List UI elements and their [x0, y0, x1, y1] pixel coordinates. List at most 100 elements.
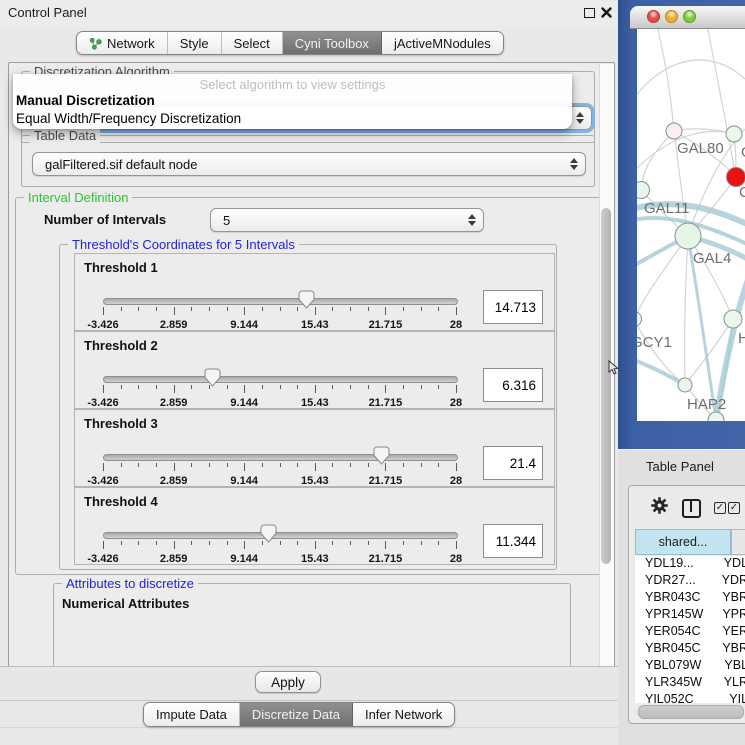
slider-track[interactable] [103, 454, 458, 461]
threshold-value[interactable]: 14.713 [483, 290, 543, 324]
slider-tick-label: 9.144 [219, 397, 269, 409]
cell-name: YLR3 [719, 675, 745, 692]
network-node-label: GAL4 [693, 250, 731, 267]
network-icon [89, 37, 102, 50]
apply-button[interactable]: Apply [255, 671, 321, 693]
checkbox-icon[interactable]: ✓ [714, 502, 726, 514]
columns-icon[interactable] [682, 499, 701, 518]
float-window-icon[interactable] [584, 8, 595, 18]
slider-tick [156, 541, 157, 545]
table-row[interactable]: YPR145WYPR1 [635, 607, 745, 624]
slider-tick [297, 463, 298, 467]
threshold-slider[interactable]: -3.4262.8599.14415.4321.71528 [103, 528, 456, 564]
algorithm-option[interactable]: Equal Width/Frequency Discretization [16, 111, 241, 126]
table-column-header[interactable]: n [731, 529, 745, 555]
slider-tick [403, 385, 404, 389]
tab-style[interactable]: Style [168, 32, 222, 54]
slider-thumb[interactable] [204, 368, 221, 387]
network-node[interactable] [726, 126, 742, 142]
close-traffic-light[interactable] [647, 10, 660, 23]
tab-jactivemnodules[interactable]: jActiveMNodules [382, 32, 503, 54]
table-data-combobox[interactable]: galFiltered.sif default node [32, 152, 586, 176]
network-edge [637, 319, 685, 385]
zoom-traffic-light[interactable] [683, 10, 696, 23]
threshold-label: Threshold 4 [84, 494, 158, 509]
number-of-intervals-combobox[interactable]: 5 [210, 208, 484, 232]
table-row[interactable]: YER054CYER0 [635, 624, 745, 641]
slider-tick [138, 385, 139, 389]
table-rows: YDL19...YDL1YDR27...YDR2YBR043CYBR0YPR14… [635, 556, 745, 703]
close-icon[interactable] [600, 6, 613, 19]
slider-tick-label: 2.859 [149, 319, 199, 331]
table-data-title: Table Data [30, 128, 100, 143]
network-node-label: C [739, 184, 745, 201]
network-window-titlebar[interactable] [630, 6, 745, 29]
gear-icon[interactable] [650, 496, 669, 520]
control-panel-titlebar [0, 0, 618, 26]
network-node[interactable] [724, 310, 742, 328]
slider-track[interactable] [103, 298, 458, 305]
table-row[interactable]: YDL19...YDL1 [635, 556, 745, 573]
table-row[interactable]: YBL079WYBL0 [635, 658, 745, 675]
network-node[interactable] [678, 378, 692, 392]
network-edge [685, 236, 688, 385]
network-node[interactable] [666, 123, 682, 139]
network-node[interactable] [675, 223, 701, 249]
slider-tick [350, 541, 351, 545]
table-data-value: galFiltered.sif default node [33, 157, 197, 172]
panel-scrollbar-thumb[interactable] [601, 208, 611, 564]
threshold-slider[interactable]: -3.4262.8599.14415.4321.71528 [103, 294, 456, 330]
threshold-value[interactable]: 6.316 [483, 368, 543, 402]
bottom-tab-discretize-data[interactable]: Discretize Data [240, 703, 353, 726]
threshold-slider[interactable]: -3.4262.8599.14415.4321.71528 [103, 372, 456, 408]
algorithm-option[interactable]: Manual Discretization [16, 93, 155, 108]
table-row[interactable]: YBR043CYBR0 [635, 590, 745, 607]
threshold-value[interactable]: 21.4 [483, 446, 543, 480]
tab-cyni-toolbox[interactable]: Cyni Toolbox [283, 32, 382, 54]
slider-tick-label: 28 [431, 553, 481, 565]
network-node-label: H [738, 330, 745, 347]
minimize-traffic-light[interactable] [665, 10, 678, 23]
slider-tick-label: 28 [431, 475, 481, 487]
slider-tick [244, 307, 245, 315]
bottom-tab-impute-data[interactable]: Impute Data [144, 703, 240, 726]
network-view-canvas[interactable]: GAL80GACGAL11GAL4GCY1HHAP2 [637, 29, 745, 421]
slider-tick [368, 385, 369, 389]
bottom-tab-infer-network[interactable]: Infer Network [353, 703, 454, 726]
slider-tick [403, 307, 404, 311]
tab-select[interactable]: Select [222, 32, 283, 54]
network-node[interactable] [637, 182, 650, 199]
threshold-value[interactable]: 11.344 [483, 524, 543, 558]
slider-thumb[interactable] [298, 290, 315, 309]
cyni-toolbox-panel: Discretization Algorithm Table Data galF… [8, 62, 615, 668]
slider-tick [280, 385, 281, 389]
network-node-label: GAL11 [644, 200, 690, 217]
table-row[interactable]: YBR045CYBR0 [635, 641, 745, 658]
network-node[interactable] [637, 312, 642, 327]
slider-track[interactable] [103, 532, 458, 539]
slider-tick [121, 541, 122, 545]
slider-track[interactable] [103, 376, 458, 383]
attributes-title: Attributes to discretize [62, 576, 198, 591]
slider-tick [227, 385, 228, 389]
slider-thumb[interactable] [260, 524, 277, 543]
threshold-slider[interactable]: -3.4262.8599.14415.4321.71528 [103, 450, 456, 486]
number-of-intervals-value: 5 [211, 213, 230, 228]
table-horizontal-scrollbar[interactable] [638, 705, 744, 719]
threshold-label: Threshold 3 [84, 416, 158, 431]
slider-tick-label: 15.43 [290, 475, 340, 487]
slider-tick-label: 2.859 [149, 397, 199, 409]
slider-tick-label: 9.144 [219, 319, 269, 331]
tab-network[interactable]: Network [77, 32, 168, 54]
table-column-header[interactable]: shared... [635, 529, 731, 555]
cell-shared-name: YBL079W [635, 658, 719, 675]
table-row[interactable]: YIL052CYIL0 [635, 692, 745, 703]
network-node-label: GCY1 [637, 334, 672, 351]
table-row[interactable]: YLR345WYLR3 [635, 675, 745, 692]
slider-tick [332, 307, 333, 311]
slider-tick [456, 385, 457, 393]
slider-tick [315, 541, 316, 549]
slider-thumb[interactable] [373, 446, 390, 465]
table-row[interactable]: YDR27...YDR2 [635, 573, 745, 590]
checkbox-icon[interactable]: ✓ [728, 502, 740, 514]
